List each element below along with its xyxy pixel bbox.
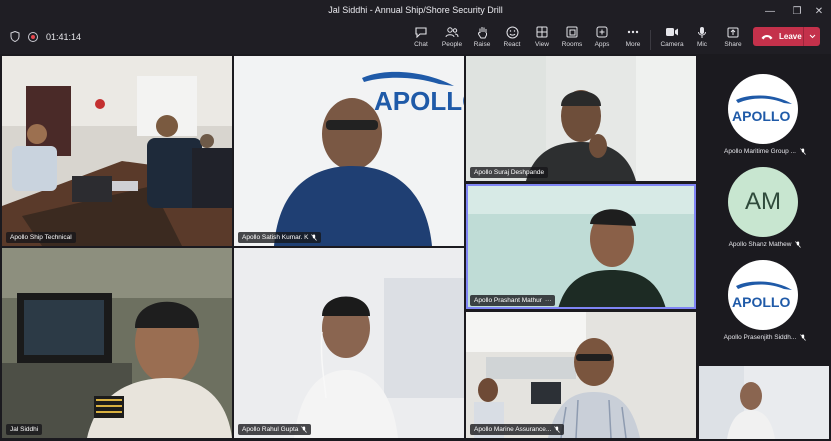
participant-video bbox=[466, 312, 696, 438]
more-button[interactable]: More bbox=[617, 25, 649, 53]
video-tile[interactable]: Apollo Suraj Deshpande bbox=[466, 56, 696, 181]
participant-video bbox=[466, 184, 696, 309]
video-tile-active-speaker[interactable]: Apollo Prashant Mathur ··· bbox=[466, 184, 696, 309]
participant-name: Apollo Shanz Mathew bbox=[728, 241, 792, 248]
video-tile[interactable]: APOLLO Apollo Satish Kumar. K bbox=[234, 56, 464, 246]
video-tile[interactable]: Apollo Ship Technical bbox=[2, 56, 232, 246]
leave-button[interactable]: Leave bbox=[753, 27, 820, 46]
apollo-logo-icon: APOLLO bbox=[732, 95, 792, 124]
grid-view-icon bbox=[535, 25, 549, 39]
avatar: APOLLO bbox=[728, 260, 798, 330]
participant-name: Apollo Prasenjith Siddh... bbox=[723, 334, 797, 341]
participant-card[interactable]: AM Apollo Shanz Mathew bbox=[700, 163, 830, 248]
self-view-video[interactable] bbox=[699, 366, 829, 439]
raise-hand-button[interactable]: Raise bbox=[466, 25, 498, 53]
participant-video bbox=[234, 248, 464, 438]
mic-off-icon bbox=[311, 234, 318, 241]
participant-card[interactable]: APOLLO Apollo Prasenjith Siddh... bbox=[700, 256, 830, 341]
participant-name: Apollo Maritime Group ... bbox=[724, 148, 796, 155]
share-button[interactable]: Share bbox=[717, 25, 749, 53]
view-button[interactable]: View bbox=[526, 25, 558, 53]
apollo-logo-icon: APOLLO bbox=[732, 281, 792, 310]
mic-off-icon bbox=[800, 334, 807, 341]
close-icon[interactable]: ✕ bbox=[808, 2, 830, 20]
mic-off-icon bbox=[554, 426, 561, 433]
apps-plus-icon bbox=[595, 25, 609, 39]
hand-icon bbox=[475, 25, 489, 39]
participant-video bbox=[2, 248, 232, 438]
avatar: APOLLO bbox=[728, 74, 798, 144]
rooms-button[interactable]: Rooms bbox=[556, 25, 588, 53]
participant-video bbox=[466, 56, 696, 181]
participant-name-label: Apollo Ship Technical bbox=[6, 232, 76, 243]
svg-text:APOLLO: APOLLO bbox=[732, 294, 790, 310]
mic-button[interactable]: Mic bbox=[686, 25, 718, 53]
people-icon bbox=[445, 25, 459, 39]
participant-video bbox=[2, 56, 232, 246]
participant-name-label: Apollo Satish Kumar. K bbox=[238, 232, 322, 243]
apollo-logo-icon: APOLLO bbox=[374, 86, 464, 116]
mic-icon bbox=[695, 25, 709, 39]
avatar-initials: AM bbox=[728, 167, 798, 237]
participant-name-label: Apollo Suraj Deshpande bbox=[470, 167, 549, 178]
video-tile[interactable]: Apollo Rahul Gupta bbox=[234, 248, 464, 438]
people-button[interactable]: People bbox=[436, 25, 468, 53]
camera-button[interactable]: Camera bbox=[656, 25, 688, 53]
participant-name-label: Apollo Rahul Gupta bbox=[238, 424, 312, 435]
mic-off-icon bbox=[301, 426, 308, 433]
more-options-icon[interactable]: ··· bbox=[545, 297, 552, 304]
video-tile[interactable]: Jal Siddhi bbox=[2, 248, 232, 438]
shield-icon bbox=[10, 31, 20, 42]
participant-name-label: Jal Siddhi bbox=[6, 424, 43, 435]
rooms-icon bbox=[565, 25, 579, 39]
meeting-timer: 01:41:14 bbox=[46, 31, 82, 42]
maximize-icon[interactable]: ❐ bbox=[786, 2, 808, 20]
more-dots-icon bbox=[626, 25, 640, 39]
title-bar: Jal Siddhi - Annual Ship/Shore Security … bbox=[0, 0, 831, 22]
apps-button[interactable]: Apps bbox=[586, 25, 618, 53]
chat-button[interactable]: Chat bbox=[405, 25, 437, 53]
participant-name-label: Apollo Marine Assurance... bbox=[470, 424, 565, 435]
leave-options-chevron-icon[interactable] bbox=[803, 27, 820, 46]
meeting-toolbar: 01:41:14 Chat People Raise React View Ro… bbox=[0, 22, 831, 54]
chat-icon bbox=[414, 25, 428, 39]
recording-icon bbox=[28, 31, 38, 42]
react-button[interactable]: React bbox=[496, 25, 528, 53]
participant-card[interactable]: APOLLO Apollo Maritime Group ... bbox=[700, 70, 830, 155]
window-title: Jal Siddhi - Annual Ship/Shore Security … bbox=[328, 5, 503, 15]
hang-up-icon bbox=[761, 34, 773, 39]
participant-video: APOLLO bbox=[234, 56, 464, 246]
smile-icon bbox=[505, 25, 519, 39]
minimize-icon[interactable]: — bbox=[759, 2, 781, 20]
share-icon bbox=[726, 25, 740, 39]
participant-name-label: Apollo Prashant Mathur ··· bbox=[470, 295, 556, 306]
participant-video bbox=[699, 366, 829, 439]
mic-off-icon bbox=[800, 148, 806, 155]
mic-off-icon bbox=[795, 241, 802, 248]
video-tile[interactable]: Apollo Marine Assurance... bbox=[466, 312, 696, 438]
meeting-status: 01:41:14 bbox=[10, 31, 81, 42]
camera-icon bbox=[665, 25, 679, 39]
toolbar-divider bbox=[650, 30, 651, 50]
svg-text:APOLLO: APOLLO bbox=[732, 108, 790, 124]
